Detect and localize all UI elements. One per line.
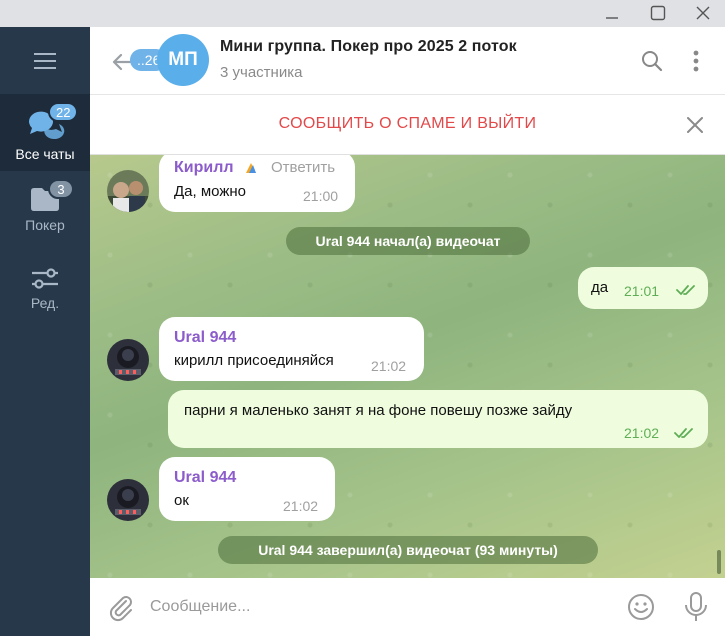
message-text: Да, можно [174,183,246,200]
chat-scrollbar[interactable] [717,550,721,574]
unread-badge: 3 [48,179,74,199]
user-photo [107,479,149,521]
close-icon [696,6,710,20]
spam-report-bar: СООБЩИТЬ О СПАМЕ И ВЫЙТИ [90,95,725,155]
search-icon [642,51,663,72]
user-photo [107,170,149,212]
emoji-button[interactable] [626,592,656,622]
message-time: 21:02 [371,358,407,374]
close-icon [687,117,703,133]
message-time: 21:02 [283,498,319,514]
sidebar-item-edit[interactable]: Ред. [0,255,90,325]
back-button[interactable]: ..26 [104,41,168,81]
member-count[interactable]: 3 участника [220,64,302,81]
user-photo [107,339,149,381]
message-list[interactable]: Кирилл Ответить Да, можно 21:00 Ural 944… [90,155,725,578]
message-bubble-outgoing[interactable]: да 21:01 [578,267,708,309]
emoji-status-icon [246,163,256,173]
paperclip-icon [109,596,132,622]
sidebar-item-poker[interactable]: Покер 3 [0,175,90,250]
message-text: ок [174,492,189,509]
folders-sidebar: Все чаты 22 Покер 3 Ред. [0,27,90,636]
message-text: да [591,279,609,296]
message-bubble[interactable]: Кирилл Ответить Да, можно 21:00 [159,155,355,212]
reply-button[interactable]: Ответить [271,159,335,176]
message-time: 21:01 [624,283,660,299]
chat-title[interactable]: Мини группа. Покер про 2025 2 поток [220,38,517,56]
message-text: парни я маленько занят я на фоне повешу … [184,402,573,419]
chat-header: ..26 МП Мини группа. Покер про 2025 2 по… [90,27,725,95]
attach-button[interactable] [106,592,134,622]
avatar[interactable] [107,339,149,381]
service-message: Ural 944 начал(а) видеочат [286,227,530,255]
group-avatar[interactable]: МП [157,34,209,86]
search-button[interactable] [638,47,666,75]
more-button[interactable] [682,47,710,75]
minimize-icon [606,17,618,19]
sender-name[interactable]: Кирилл [174,159,234,177]
avatar[interactable] [107,479,149,521]
sidebar-item-label: Ред. [30,295,60,311]
message-bubble-outgoing[interactable]: парни я маленько занят я на фоне повешу … [168,390,708,448]
message-composer [90,578,725,636]
voice-message-button[interactable] [682,591,710,623]
sender-name[interactable]: Ural 944 [174,329,236,347]
microphone-icon [685,592,707,621]
double-check-icon [676,285,695,295]
message-time: 21:00 [303,188,339,204]
spam-bar-close-button[interactable] [683,113,707,137]
maximize-icon [650,5,666,21]
service-message: Ural 944 завершил(а) видеочат (93 минуты… [218,536,598,564]
hamburger-icon [34,53,56,69]
close-window-button[interactable] [686,0,720,26]
sender-name[interactable]: Ural 944 [174,469,236,487]
message-text: кирилл присоединяйся [174,352,334,369]
menu-button[interactable] [30,49,60,73]
message-time: 21:02 [624,425,660,441]
message-input[interactable] [150,592,620,622]
more-vertical-icon [693,50,699,72]
double-check-icon [674,428,693,438]
message-bubble[interactable]: Ural 944 кирилл присоединяйся 21:02 [159,317,424,381]
unread-badge: 22 [48,102,79,122]
maximize-button[interactable] [641,0,675,26]
report-spam-button[interactable]: СООБЩИТЬ О СПАМЕ И ВЫЙТИ [90,115,725,133]
sidebar-item-label: Все чаты [15,146,75,162]
sliders-icon [32,268,58,289]
minimize-button[interactable] [595,0,629,26]
sidebar-item-label: Покер [25,217,65,233]
smiley-icon [628,594,654,620]
avatar[interactable] [107,170,149,212]
message-bubble[interactable]: Ural 944 ок 21:02 [159,457,335,521]
sidebar-item-all-chats[interactable]: Все чаты 22 [0,94,90,171]
window-titlebar [0,0,725,27]
